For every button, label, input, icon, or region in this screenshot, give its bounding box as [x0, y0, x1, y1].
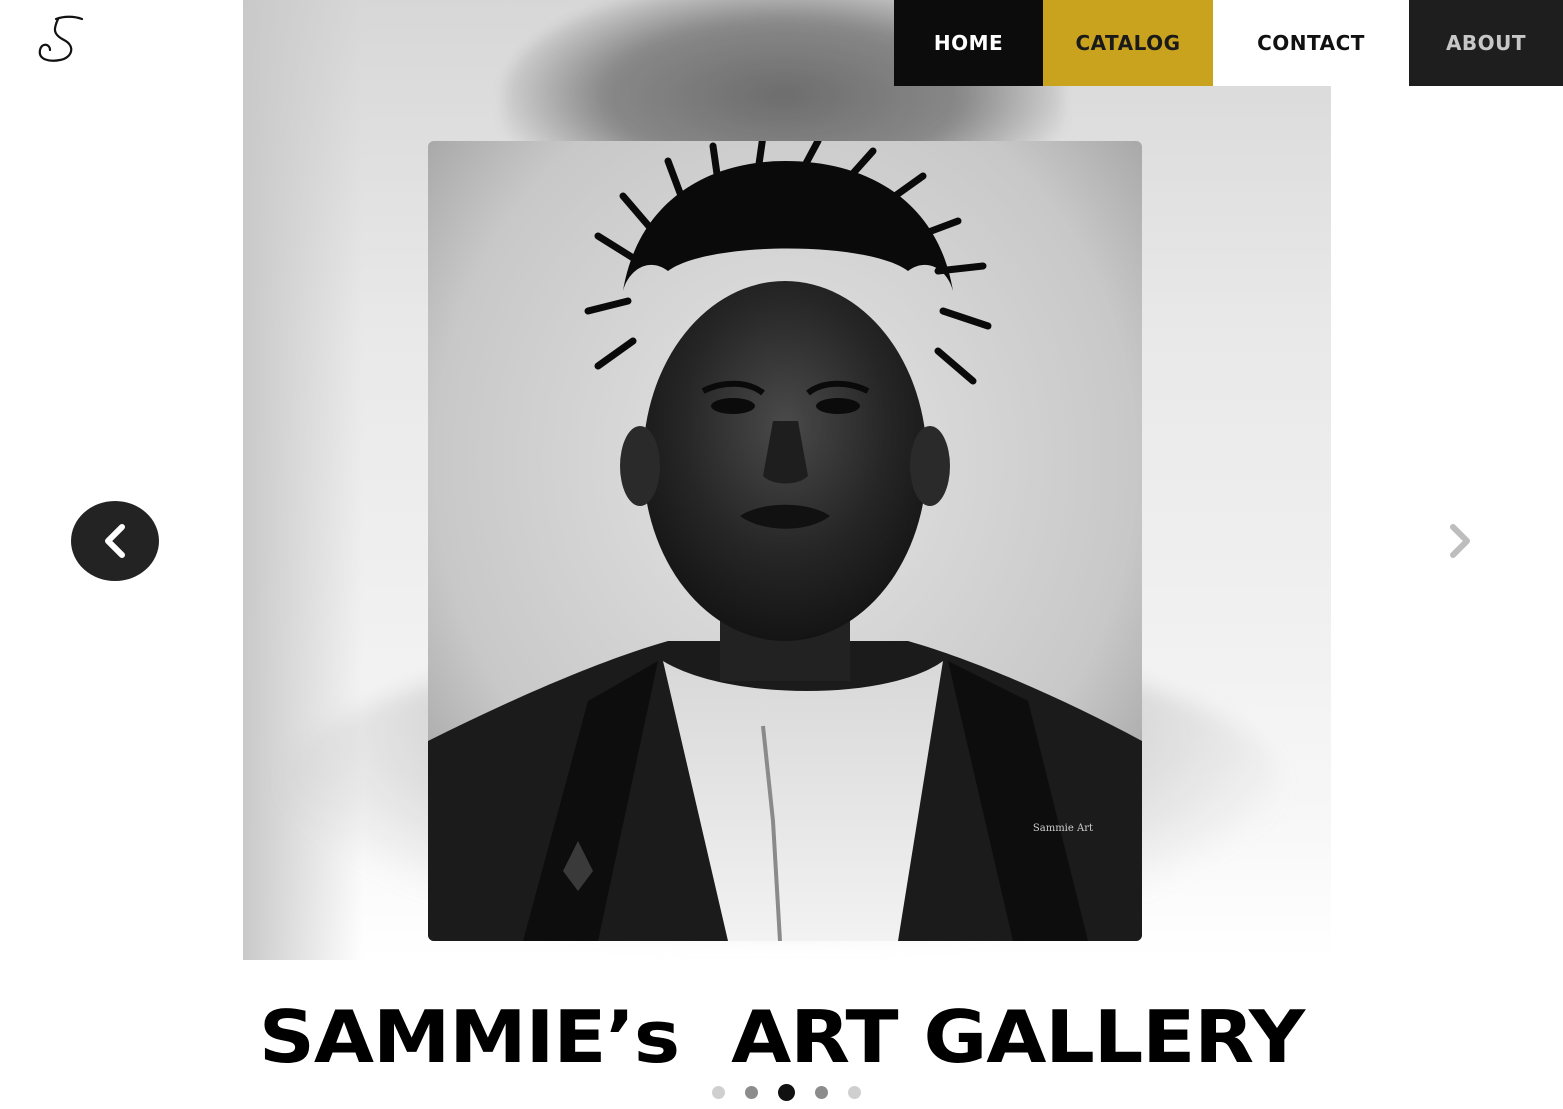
carousel-dot[interactable]: [815, 1086, 828, 1099]
nav-contact[interactable]: CONTACT: [1213, 0, 1409, 86]
nav-catalog[interactable]: CATALOG: [1043, 0, 1213, 86]
nav-home[interactable]: HOME: [894, 0, 1043, 86]
chevron-left-icon: [105, 524, 125, 558]
artwork-signature: Sammie Art: [1033, 823, 1093, 834]
carousel-dot[interactable]: [848, 1086, 861, 1099]
portrait-drawing: Sammie Art: [428, 141, 1142, 941]
carousel-dots: [0, 1084, 1563, 1101]
carousel-prev-button[interactable]: [71, 501, 159, 581]
gallery-title: SAMMIE’s ART GALLERY: [258, 995, 1305, 1079]
site-logo[interactable]: [28, 10, 92, 70]
chevron-right-icon: [1450, 524, 1470, 558]
carousel-dot[interactable]: [712, 1086, 725, 1099]
script-s-logo-icon: [38, 15, 84, 62]
nav-about[interactable]: ABOUT: [1409, 0, 1563, 86]
page: HOME CATALOG CONTACT ABOUT Sammie Art SA…: [0, 0, 1563, 1109]
featured-artwork-image: Sammie Art: [428, 141, 1142, 941]
carousel-next-button[interactable]: [1440, 518, 1478, 564]
carousel-dot-active[interactable]: [778, 1084, 795, 1101]
carousel-dot[interactable]: [745, 1086, 758, 1099]
main-nav: HOME CATALOG CONTACT ABOUT: [894, 0, 1563, 86]
